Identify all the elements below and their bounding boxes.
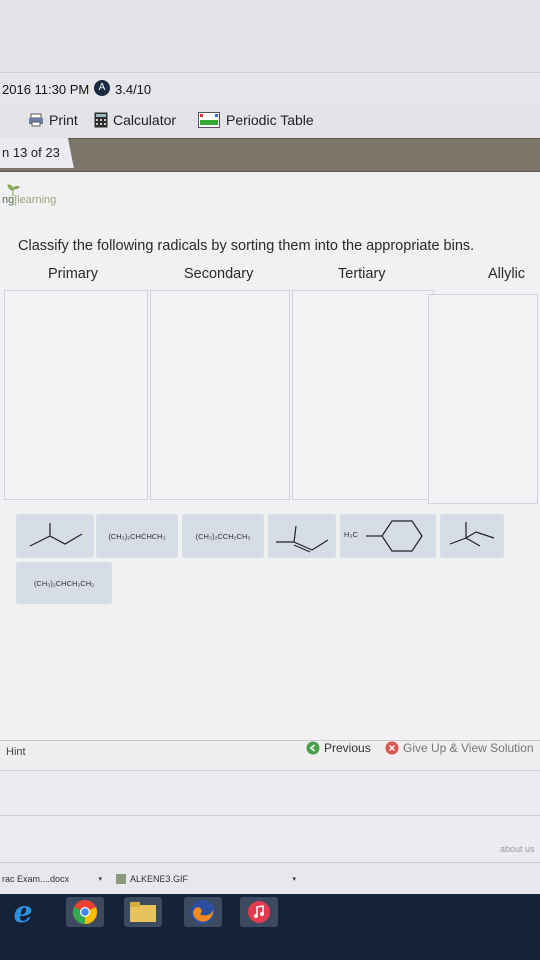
bin-label-secondary: Secondary [184, 266, 254, 282]
bin-label-tertiary: Tertiary [338, 266, 386, 282]
question-prompt: Classify the following radicals by sorti… [18, 238, 475, 254]
bin-label-primary: Primary [48, 266, 98, 282]
navigation-strip [0, 138, 540, 172]
chevron-down-icon: ▾ [98, 876, 102, 883]
bin-allylic[interactable] [428, 294, 538, 504]
bin-label-allylic: Allylic [488, 266, 526, 282]
firefox-icon[interactable] [184, 897, 222, 927]
previous-button[interactable]: Previous [306, 741, 371, 755]
radical-tile-3[interactable]: (CH₃)₂ĊCH₂CH₃ [182, 514, 264, 558]
previous-label: Previous [324, 741, 371, 755]
radical-tile-cyclohexane[interactable]: H₃C [340, 514, 436, 558]
radical-tile-skeletal-alkene[interactable] [268, 514, 336, 558]
bin-primary[interactable] [4, 290, 148, 500]
about-us-link[interactable]: about us [500, 844, 535, 854]
image-file-icon [116, 874, 126, 884]
internet-explorer-icon[interactable]: e [4, 895, 42, 930]
file-explorer-icon[interactable] [124, 897, 162, 927]
brand-logo: ng|learning [2, 184, 57, 206]
chrome-icon[interactable] [66, 897, 104, 927]
sprout-icon [7, 184, 20, 196]
print-label: Print [49, 112, 78, 128]
calculator-label: Calculator [113, 112, 177, 128]
previous-arrow-icon [306, 741, 320, 755]
page-footer-band [0, 770, 540, 816]
give-up-label: Give Up & View Solution [403, 741, 534, 755]
download-filename: ALKENE3.GIF [130, 874, 189, 884]
score: 3.4/10 [115, 82, 152, 97]
hint-link[interactable]: Hint [6, 746, 26, 758]
give-up-button[interactable]: Give Up & View Solution [385, 741, 534, 755]
give-up-icon [385, 741, 399, 755]
download-item-gif[interactable]: ALKENE3.GIF ▾ [116, 869, 296, 889]
status-bar: 2016 11:30 PM A 3.4/10 [0, 74, 540, 106]
skeletal-alkene-icon [276, 525, 329, 553]
download-item-docx[interactable]: rac Exam....docx ▾ [2, 869, 102, 889]
printer-icon [29, 113, 43, 127]
download-bar: rac Exam....docx ▾ ALKENE3.GIF ▾ [0, 862, 540, 895]
methyl-label: H₃C [344, 530, 358, 539]
score-badge-icon: A [94, 80, 110, 96]
browser-top-area [0, 0, 540, 73]
datetime: 2016 11:30 PM [2, 82, 90, 97]
calculator-button[interactable]: Calculator [94, 112, 176, 128]
bin-tertiary[interactable] [292, 290, 434, 500]
download-filename: rac Exam....docx [2, 874, 70, 884]
print-button[interactable]: Print [28, 112, 78, 128]
skeletal-structure-icon [29, 523, 83, 547]
radical-tile-skeletal-1[interactable] [16, 514, 94, 558]
periodic-table-icon [198, 112, 220, 128]
periodic-table-button[interactable]: Periodic Table [197, 112, 314, 128]
brand-right: learning [17, 194, 57, 206]
toolbar: Print Calculator Periodic Table [0, 106, 540, 138]
radical-tile-skeletal-branched[interactable] [440, 514, 504, 558]
periodic-table-label: Periodic Table [226, 112, 314, 128]
radical-formula: (CH₃)₂CHCH₂ĊH₂ [33, 578, 95, 588]
chevron-down-icon: ▾ [292, 876, 296, 883]
radical-tile-2[interactable]: (CH₃)₂CHĊHCH₃ [96, 514, 178, 558]
bin-secondary[interactable] [150, 290, 290, 500]
itunes-icon[interactable] [240, 897, 278, 927]
radical-formula: (CH₃)₂ĊCH₂CH₃ [195, 531, 251, 541]
calculator-icon [94, 112, 108, 128]
skeletal-branched-icon [449, 522, 495, 547]
taskbar: e [0, 894, 540, 960]
radical-tile-7[interactable]: (CH₃)₂CHCH₂ĊH₂ [16, 562, 112, 604]
radical-formula: (CH₃)₂CHĊHCH₃ [108, 531, 166, 541]
question-counter: n 13 of 23 [0, 138, 74, 168]
